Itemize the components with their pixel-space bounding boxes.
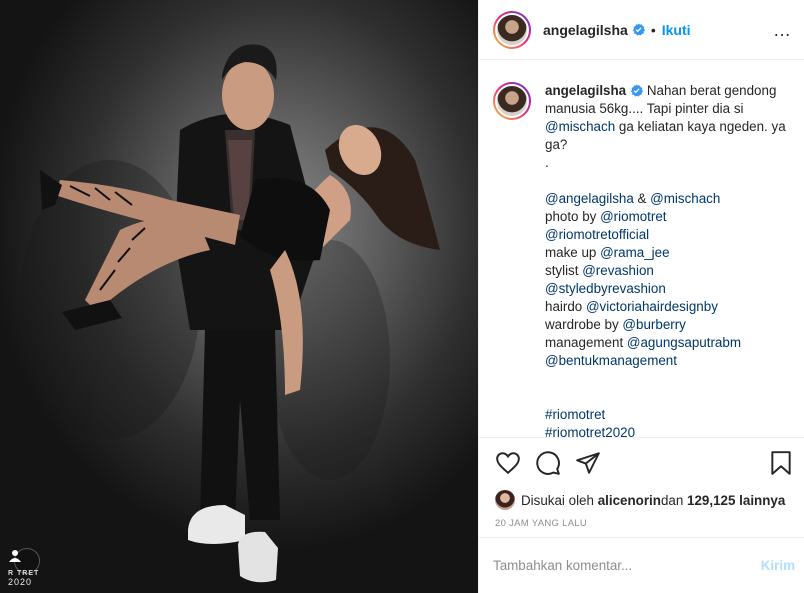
caption-text-segment: management: [545, 335, 627, 350]
caption-area: angelagilsha Nahan berat gendong manusia…: [479, 60, 804, 438]
share-icon[interactable]: [575, 450, 601, 476]
likes-prefix: Disukai oleh: [521, 492, 594, 508]
caption-mention-link[interactable]: @victoriahairdesignby: [586, 299, 718, 314]
caption-credit-line: hairdo @victoriahairdesignby: [545, 299, 718, 314]
likes-middle: dan: [660, 492, 684, 508]
more-icon[interactable]: …: [773, 21, 792, 39]
caption-username[interactable]: angelagilsha: [545, 83, 626, 98]
caption-credit-line: @bentukmanagement: [545, 353, 677, 368]
caption-credit-line: @riomotretofficial: [545, 227, 649, 242]
caption-mention-link[interactable]: @bentukmanagement: [545, 353, 677, 368]
comment-icon[interactable]: [535, 450, 561, 476]
caption-text-segment: make up: [545, 245, 601, 260]
post-side-panel: angelagilsha • Ikuti … angelagilsha Naha…: [478, 0, 804, 593]
caption-text-segment: wardrobe by: [545, 317, 623, 332]
caption-hashtag-link[interactable]: #riomotret2020: [545, 425, 635, 437]
caption-mention-link[interactable]: @rama_jee: [600, 245, 669, 260]
likes-summary[interactable]: Disukai oleh alicenorin dan 129,125 lain…: [479, 488, 804, 512]
watermark-year: 2020: [8, 577, 33, 587]
caption-credit-line: @styledbyrevashion: [545, 281, 666, 296]
caption-mention-link[interactable]: @angelagilsha: [545, 191, 634, 206]
caption-text-segment: hairdo: [545, 299, 586, 314]
caption-mention[interactable]: @mischach: [545, 119, 615, 134]
caption-text: angelagilsha Nahan berat gendong manusia…: [545, 82, 788, 437]
author-username[interactable]: angelagilsha: [543, 22, 628, 38]
caption-credit-line: @angelagilsha & @mischach: [545, 191, 720, 206]
caption-mention-link[interactable]: @burberry: [622, 317, 685, 332]
likes-count[interactable]: 129,125 lainnya: [687, 493, 785, 508]
post-photo[interactable]: R TRET 2020: [0, 0, 478, 593]
post-header: angelagilsha • Ikuti …: [479, 0, 804, 60]
caption-credit-line: photo by @riomotret: [545, 209, 667, 224]
comment-bar: Kirim: [479, 537, 804, 593]
post-timestamp[interactable]: 20 JAM YANG LALU: [479, 512, 804, 538]
caption-mention-link[interactable]: @agungsaputrabm: [627, 335, 741, 350]
caption-credit-line: management @agungsaputrabm: [545, 335, 741, 350]
photo-illustration: [20, 44, 440, 583]
caption-hashtag-link[interactable]: #riomotret: [545, 407, 605, 422]
photo-watermark: R TRET 2020: [8, 548, 68, 587]
caption-mention-link[interactable]: @riomotret: [600, 209, 666, 224]
caption-mention-link[interactable]: @revashion: [582, 263, 654, 278]
verified-icon: [632, 23, 645, 36]
heart-icon[interactable]: [495, 450, 521, 476]
author-avatar[interactable]: [493, 10, 531, 49]
liker-username[interactable]: alicenorin: [598, 493, 661, 508]
bookmark-icon[interactable]: [768, 450, 794, 476]
caption-mention-link[interactable]: @styledbyrevashion: [545, 281, 666, 296]
caption-credit-line: stylist @revashion: [545, 263, 654, 278]
caption-mention-link[interactable]: @riomotretofficial: [545, 227, 649, 242]
post-comment-button[interactable]: Kirim: [761, 558, 795, 573]
caption-credits: @angelagilsha & @mischach photo by @riom…: [545, 191, 741, 368]
caption-line3: .: [545, 155, 549, 170]
caption-mention-link[interactable]: @mischach: [650, 191, 720, 206]
follow-button[interactable]: Ikuti: [662, 22, 691, 38]
caption-text-segment: photo by: [545, 209, 601, 224]
verified-icon: [631, 84, 644, 97]
liker-avatar: [495, 490, 515, 510]
caption-credit-line: wardrobe by @burberry: [545, 317, 686, 332]
caption-text-segment: stylist: [545, 263, 583, 278]
header-separator: •: [650, 21, 656, 38]
comment-input[interactable]: [493, 558, 761, 573]
watermark-text: R TRET: [8, 570, 40, 577]
caption-credit-line: make up @rama_jee: [545, 245, 670, 260]
caption-text-segment: &: [633, 191, 651, 206]
caption-avatar[interactable]: [493, 82, 531, 120]
post-actions: [479, 438, 804, 488]
caption-hashtags: #riomotret #riomotret2020: [545, 407, 635, 437]
